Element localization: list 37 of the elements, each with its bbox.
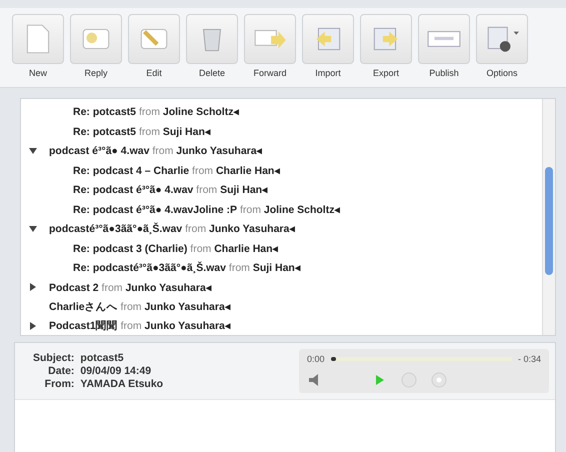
toolbar-label: Forward: [253, 68, 286, 78]
field-value: YAMADA Etsuko: [80, 378, 164, 390]
message-item[interactable]: Re: podcasté³°ã●3ãã°●ã¸Š.wav from Suji Han◂: [73, 261, 301, 274]
message-item[interactable]: Re: podcast é³°ã● 4.wav from Suji Han◂: [73, 183, 268, 196]
scrollbar[interactable]: [542, 99, 555, 335]
remaining-time: - 0:34: [518, 354, 541, 364]
expanded-triangle-icon[interactable]: [29, 224, 37, 233]
toolbar-label: Publish: [429, 68, 459, 78]
field-label: From:: [44, 378, 74, 390]
toolbar-label: Import: [315, 68, 341, 78]
message-item[interactable]: Re: potcast5 from Joline Scholtz◂: [73, 105, 240, 118]
message-item[interactable]: Re: podcast é³°ã● 4.wavJoline :P from Joline Scholtz◂: [73, 202, 340, 216]
round-button-icon[interactable]: [401, 372, 417, 388]
message-item[interactable]: Re: podcast 4 – Charlie from Charlie Han◂: [73, 164, 280, 177]
toolbar-label: Delete: [198, 68, 225, 78]
toolbar-label: Options: [486, 68, 518, 78]
toolbar-button[interactable]: [476, 14, 528, 64]
field-label: Subject:: [33, 352, 74, 364]
toolbar-label: Edit: [146, 68, 162, 78]
expanded-triangle-icon[interactable]: [29, 146, 37, 155]
elapsed-time: 0:00: [307, 354, 325, 364]
message-item[interactable]: Charlieさんへ from Junko Yasuhara◂: [49, 300, 231, 314]
message-item[interactable]: podcasté³°ã●3ãã°●ã¸Š.wav from Junko Yasuhara◂: [49, 222, 296, 236]
toolbar-label: Export: [372, 68, 399, 78]
message-item[interactable]: Podcast1聞聞 from Junko Yasuhara◂: [49, 319, 231, 334]
field-label: Date:: [47, 365, 74, 377]
field-value: 09/04/09 14:49: [80, 365, 152, 377]
toolbar-label: New: [28, 68, 47, 78]
message-item[interactable]: Re: potcast5 from Suji Han◂: [73, 124, 211, 138]
message-item[interactable]: Re: podcast 3 (Charlie) from Charlie Han◂: [73, 242, 279, 255]
message-item[interactable]: podcast é³°ã● 4.wav from Junko Yasuhara◂: [49, 144, 263, 158]
toolbar-label: Reply: [84, 68, 108, 78]
field-value: potcast5: [80, 352, 125, 364]
round-button-icon[interactable]: [431, 372, 447, 388]
collapsed-triangle-icon[interactable]: [29, 283, 37, 292]
collapsed-triangle-icon[interactable]: [29, 322, 37, 330]
message-item[interactable]: Podcast 2 from Junko Yasuhara◂: [49, 280, 212, 294]
